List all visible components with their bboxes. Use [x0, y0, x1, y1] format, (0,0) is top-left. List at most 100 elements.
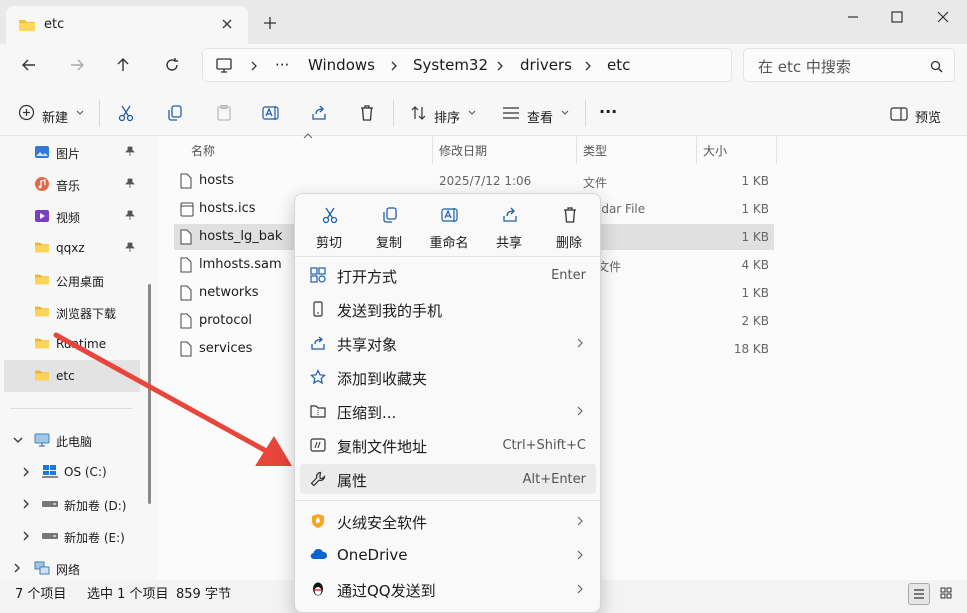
- view-button[interactable]: 查看: [527, 107, 553, 126]
- computer-icon: [215, 58, 233, 74]
- share-button[interactable]: 共享: [479, 194, 539, 254]
- forward-icon[interactable]: [68, 56, 86, 74]
- qq-penguin-icon: [310, 581, 326, 597]
- chevron-right-icon: [576, 337, 584, 349]
- menu-item-shortcut: Enter: [551, 268, 586, 283]
- copy-icon[interactable]: [166, 104, 184, 122]
- preview-pane-icon[interactable]: [890, 107, 908, 121]
- more-options-button[interactable]: ···: [599, 102, 617, 121]
- column-header-size[interactable]: 大小: [703, 142, 727, 159]
- sidebar-item-drive-c[interactable]: OS (C:): [0, 456, 142, 488]
- copy-button[interactable]: 复制: [359, 194, 419, 254]
- chevron-down-icon[interactable]: [13, 436, 23, 444]
- menu-item-send-via-qq[interactable]: 通过QQ发送到: [300, 574, 596, 604]
- cut-button[interactable]: 剪切: [299, 194, 359, 254]
- copy-path-icon: [310, 437, 326, 453]
- breadcrumb-more[interactable]: ···: [275, 56, 289, 74]
- paste-icon[interactable]: [215, 104, 233, 122]
- menu-item-share-with[interactable]: 共享对象: [300, 328, 596, 358]
- sidebar-item-drive-d[interactable]: 新加卷 (D:): [0, 488, 142, 520]
- menu-item-copy-path[interactable]: 复制文件地址 Ctrl+Shift+C: [300, 430, 596, 460]
- refresh-icon[interactable]: [163, 56, 181, 74]
- menu-item-compress-to[interactable]: 压缩到...: [300, 396, 596, 426]
- menu-item-label: 共享对象: [337, 336, 398, 354]
- chevron-right-icon[interactable]: [22, 531, 30, 541]
- file-icon: [180, 313, 192, 329]
- menu-item-label: 发送到我的手机: [337, 302, 443, 320]
- sidebar-scrollbar[interactable]: [148, 284, 151, 504]
- column-divider[interactable]: [696, 136, 697, 164]
- new-icon[interactable]: [18, 104, 35, 121]
- sidebar-item-pictures[interactable]: 图片: [0, 136, 142, 168]
- pin-icon: [125, 242, 135, 252]
- rename-icon[interactable]: [262, 104, 280, 122]
- selection-count: 选中 1 个项目: [87, 587, 169, 602]
- column-header-name[interactable]: 名称: [191, 142, 215, 159]
- share-icon[interactable]: [310, 104, 328, 122]
- menu-item-open-with[interactable]: 打开方式 Enter: [300, 260, 596, 290]
- tab-etc[interactable]: etc: [6, 6, 248, 44]
- drive-icon: [42, 532, 58, 540]
- chevron-right-icon: [576, 515, 584, 527]
- sidebar-item-etc[interactable]: etc: [4, 360, 140, 392]
- sidebar-item-public-desktop[interactable]: 公用桌面: [0, 264, 142, 296]
- delete-button[interactable]: 删除: [539, 194, 599, 254]
- back-icon[interactable]: [20, 56, 38, 74]
- sort-icon[interactable]: [410, 104, 428, 122]
- menu-item-onedrive[interactable]: OneDrive: [300, 540, 596, 570]
- details-view-icon[interactable]: [908, 583, 930, 605]
- sidebar-item-qqxz[interactable]: qqxz: [0, 232, 142, 264]
- file-size: 2 KB: [741, 314, 769, 328]
- menu-item-send-to-phone[interactable]: 发送到我的手机: [300, 294, 596, 324]
- close-window-icon[interactable]: [932, 8, 954, 26]
- close-tab-icon[interactable]: [220, 17, 234, 31]
- menu-item-add-to-favorites[interactable]: 添加到收藏夹: [300, 362, 596, 392]
- drive-icon: [42, 500, 58, 508]
- column-divider[interactable]: [432, 136, 433, 164]
- maximize-icon[interactable]: [886, 8, 908, 26]
- sidebar-item-runtime[interactable]: Runtime: [0, 328, 142, 360]
- view-icon[interactable]: [502, 106, 520, 120]
- rename-button[interactable]: 重命名: [419, 194, 479, 254]
- menu-item-properties[interactable]: 属性 Alt+Enter: [300, 464, 596, 494]
- chevron-right-icon[interactable]: [22, 467, 30, 477]
- tiles-view-icon[interactable]: [936, 583, 958, 605]
- this-pc-icon: [34, 432, 50, 448]
- column-header-type[interactable]: 类型: [583, 142, 607, 159]
- minimize-icon[interactable]: [842, 8, 864, 26]
- quick-action-label: 复制: [375, 236, 402, 251]
- sort-button[interactable]: 排序: [434, 107, 460, 126]
- breadcrumb-system32[interactable]: System32: [413, 56, 488, 74]
- menu-item-huorong[interactable]: 火绒安全软件: [300, 506, 596, 536]
- sidebar-item-video[interactable]: 视频: [0, 200, 142, 232]
- breadcrumb-drivers[interactable]: drivers: [520, 56, 572, 74]
- breadcrumb-windows[interactable]: Windows: [308, 56, 375, 74]
- quick-action-label: 重命名: [429, 236, 469, 251]
- sidebar-item-browser-downloads[interactable]: 浏览器下载: [0, 296, 142, 328]
- sidebar-item-drive-e[interactable]: 新加卷 (E:): [0, 520, 142, 552]
- sidebar-item-music[interactable]: 音乐: [0, 168, 142, 200]
- new-tab-icon[interactable]: [262, 15, 278, 31]
- chevron-right-icon[interactable]: [13, 563, 21, 573]
- cut-icon[interactable]: [117, 104, 135, 122]
- tab-title: etc: [44, 17, 65, 32]
- file-name: hosts_lg_bak: [199, 229, 283, 244]
- folder-icon: [34, 336, 50, 350]
- chevron-right-icon[interactable]: [22, 499, 30, 509]
- sidebar-item-this-pc[interactable]: 此电脑: [0, 424, 142, 456]
- search-input[interactable]: 在 etc 中搜索: [743, 48, 955, 82]
- breadcrumb-etc[interactable]: etc: [607, 56, 630, 74]
- delete-icon[interactable]: [358, 104, 376, 122]
- column-header-date[interactable]: 修改日期: [439, 142, 487, 159]
- menu-item-shortcut: Ctrl+Shift+C: [502, 438, 586, 453]
- sidebar-item-label: Runtime: [56, 337, 107, 351]
- folder-icon: [34, 368, 50, 382]
- table-row[interactable]: hosts 2025/7/12 1:06 文件 1 KB: [174, 168, 774, 194]
- column-divider[interactable]: [576, 136, 577, 164]
- new-button[interactable]: 新建: [42, 107, 68, 126]
- preview-button[interactable]: 预览: [915, 107, 941, 126]
- divider: [585, 100, 586, 126]
- column-divider[interactable]: [776, 136, 777, 164]
- address-bar[interactable]: ··· Windows System32 drivers etc: [202, 48, 732, 82]
- up-icon[interactable]: [114, 56, 132, 74]
